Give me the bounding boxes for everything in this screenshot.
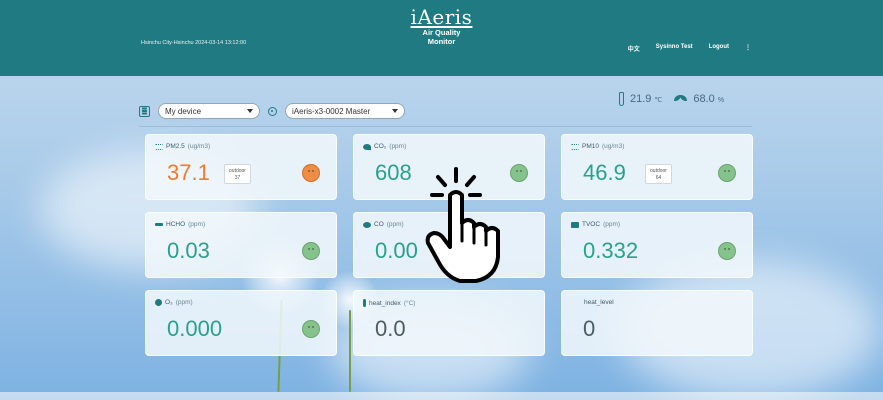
card-label: TVOC (ppm): [571, 221, 620, 228]
card-label: CO (ppm): [363, 221, 404, 228]
divider: [139, 126, 752, 127]
device-select-value: My device: [165, 106, 202, 116]
tvoc-value: 0.332: [583, 238, 639, 263]
station-select[interactable]: iAeris-x3-0002 Master: [285, 103, 405, 119]
language-switch[interactable]: 中文: [628, 44, 640, 53]
device-select[interactable]: My device: [158, 103, 260, 119]
o3-value: 0.000: [167, 316, 223, 341]
card-pm25[interactable]: PM2.5 (ug/m3) 37.1 outdoor 37: [145, 134, 337, 200]
location-pin-icon: [268, 106, 277, 116]
card-label: heat_level: [584, 299, 614, 306]
header-actions: 中文 Sysinno Test Logout ⋮: [628, 44, 751, 53]
outdoor-badge: outdoor 37: [224, 164, 251, 184]
card-heat-index[interactable]: heat_index (°C) 0.0: [353, 290, 545, 356]
card-tvoc[interactable]: TVOC (ppm) 0.332: [561, 212, 753, 278]
station-select-value: iAeris-x3-0002 Master: [292, 106, 371, 116]
card-label: PM2.5 (ug/m3): [155, 143, 210, 150]
pm10-value: 46.9: [583, 160, 626, 185]
brand-logo: iAeris: [410, 5, 473, 29]
card-hcho[interactable]: HCHO (ppm) 0.03: [145, 212, 337, 278]
menu-kebab-icon[interactable]: ⋮: [745, 44, 751, 53]
status-face-icon: [718, 164, 736, 182]
leaf-icon: [674, 95, 688, 103]
chevron-down-icon: [392, 109, 398, 113]
thermometer-icon: [619, 92, 624, 106]
co2-value: 608: [375, 160, 412, 185]
brand: iAeris Air Quality Monitor: [0, 6, 883, 46]
hcho-value: 0.03: [167, 238, 210, 263]
pm25-value: 37.1: [167, 160, 210, 185]
card-o3[interactable]: O₃ (ppm) 0.000: [145, 290, 337, 356]
status-face-icon: [302, 320, 320, 338]
status-face-icon: [510, 164, 528, 182]
card-label: PM10 (ug/m3): [571, 143, 624, 150]
chevron-down-icon: [247, 109, 253, 113]
pointer-hand-icon: [425, 167, 500, 283]
card-label: heat_index (°C): [363, 299, 415, 307]
logout-link[interactable]: Logout: [709, 44, 729, 53]
app-header: Hsinchu City-Hsinchu 2024-03-14 13:12:00…: [0, 0, 883, 76]
temperature-value: 21.9 ℃: [630, 93, 663, 105]
heat-index-value: 0.0: [375, 316, 406, 341]
outdoor-badge: outdoor 64: [645, 164, 672, 184]
card-pm10[interactable]: PM10 (ug/m3) 46.9 outdoor 64: [561, 134, 753, 200]
humidity-value: 68.0 %: [693, 93, 725, 105]
co-value: 0.00: [375, 238, 418, 263]
heat-level-value: 0: [583, 316, 596, 341]
card-heat-level[interactable]: heat_level 0: [561, 290, 753, 356]
status-face-icon: [302, 164, 320, 182]
device-list-icon[interactable]: [139, 105, 150, 117]
status-face-icon: [302, 242, 320, 260]
card-label: O₃ (ppm): [155, 299, 193, 306]
dandelion-stem: [349, 310, 351, 392]
card-label: CO₂ (ppm): [363, 143, 406, 150]
brand-subtitle-1: Air Quality: [422, 28, 461, 37]
weather-readout: 21.9 ℃ 68.0 %: [619, 92, 724, 106]
user-name[interactable]: Sysinno Test: [656, 44, 693, 53]
device-toolbar: My device iAeris-x3-0002 Master: [139, 103, 405, 119]
card-label: HCHO (ppm): [155, 221, 205, 228]
status-face-icon: [718, 242, 736, 260]
